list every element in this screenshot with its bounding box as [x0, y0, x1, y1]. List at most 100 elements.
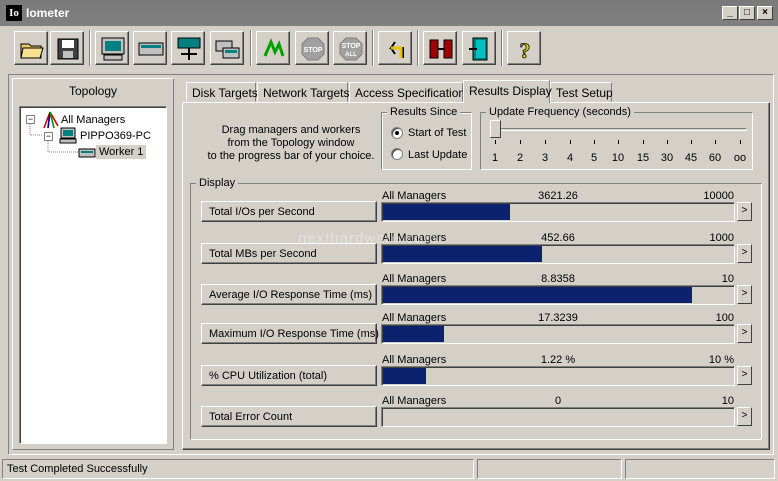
save-button[interactable] — [50, 31, 84, 65]
display-expand-arrow-button[interactable]: > — [737, 244, 752, 263]
display-value: 1.22 % — [540, 354, 576, 366]
topology-tree[interactable]: − All Managers − PIPPO369-PC Worker 1 — [19, 106, 167, 444]
tab-disk-targets[interactable]: Disk Targets — [186, 82, 258, 102]
display-expand-arrow-button[interactable]: > — [737, 285, 752, 304]
svg-text:STOP: STOP — [342, 43, 361, 50]
display-max: 10 — [721, 273, 734, 285]
display-expand-arrow-button[interactable]: > — [737, 324, 752, 343]
display-progress-bar[interactable] — [381, 244, 735, 264]
display-max: 10 — [721, 395, 734, 407]
duplicate-worker-icon — [215, 40, 240, 59]
start-test-button[interactable] — [256, 31, 290, 65]
instructions-text: Drag managers and workers from the Topol… — [207, 124, 375, 162]
app-icon[interactable]: Io — [6, 5, 22, 21]
display-max: 1000 — [709, 232, 734, 244]
radio-start-of-test[interactable] — [391, 127, 403, 139]
help-icon: ? — [519, 38, 531, 62]
frequency-tick-mark — [495, 140, 496, 144]
tree-lines — [29, 124, 78, 153]
frequency-tick-mark — [618, 140, 619, 144]
title-bar — [0, 0, 778, 26]
stop-button[interactable]: STOP — [295, 31, 329, 65]
reset-workers-button[interactable] — [378, 31, 412, 65]
display-progress-fill — [383, 368, 426, 384]
display-value: 17.3239 — [538, 312, 578, 324]
frequency-tick-mark — [643, 140, 644, 144]
status-pane-3 — [625, 459, 775, 479]
topology-title: Topology — [68, 84, 118, 98]
open-icon — [20, 43, 44, 59]
radio-last-update[interactable] — [391, 148, 403, 160]
display-progress-bar[interactable] — [381, 366, 735, 386]
open-button[interactable] — [14, 31, 48, 65]
frequency-tick-label: 30 — [660, 152, 674, 164]
update-frequency-slider[interactable] — [490, 120, 501, 138]
display-progress-fill — [383, 246, 542, 262]
radio-start-of-test-label[interactable]: Start of Test — [408, 127, 467, 139]
stop-all-icon: STOP ALL — [339, 37, 363, 61]
save-icon — [57, 38, 79, 60]
help-button[interactable]: ? — [507, 31, 541, 65]
tab-network-targets[interactable]: Network Targets — [257, 82, 349, 102]
display-expand-arrow-button[interactable]: > — [737, 407, 752, 426]
disconnect-icon — [429, 39, 453, 59]
tab-results-display[interactable]: Results Display — [463, 80, 552, 103]
results-since-title: Results Since — [387, 106, 461, 118]
display-source-label: All Managers — [382, 190, 447, 202]
frequency-tick-mark — [715, 140, 716, 144]
svg-text:STOP: STOP — [304, 47, 323, 54]
display-metric-button[interactable]: Total Error Count — [201, 406, 377, 427]
display-progress-fill — [383, 326, 444, 342]
display-expand-arrow-button[interactable]: > — [737, 202, 752, 221]
window-title: Iometer — [26, 6, 70, 20]
display-value: 452.66 — [541, 232, 575, 244]
frequency-tick-label: 4 — [566, 152, 574, 164]
disconnect-button[interactable] — [423, 31, 457, 65]
watermark: nexthardware.com — [298, 230, 438, 247]
radio-last-update-label[interactable]: Last Update — [408, 149, 467, 161]
display-metric-button[interactable]: Average I/O Response Time (ms) — [201, 284, 377, 305]
update-frequency-title: Update Frequency (seconds) — [486, 106, 634, 118]
start-test-icon — [263, 38, 285, 57]
display-max: 10000 — [703, 190, 734, 202]
display-progress-bar[interactable] — [381, 202, 735, 222]
new-network-worker-button[interactable] — [171, 31, 205, 65]
display-expand-arrow-button[interactable]: > — [737, 366, 752, 385]
display-progress-bar[interactable] — [381, 324, 735, 344]
results-since-group — [381, 112, 472, 170]
new-disk-worker-button[interactable] — [133, 31, 167, 65]
status-text: Test Completed Successfully — [2, 459, 474, 479]
tab-test-setup[interactable]: Test Setup — [550, 82, 613, 102]
status-pane-2 — [477, 459, 622, 479]
frequency-tick-label: 1 — [491, 152, 499, 164]
frequency-tick-label: 2 — [516, 152, 524, 164]
frequency-tick-mark — [594, 140, 595, 144]
display-metric-button[interactable]: Maximum I/O Response Time (ms) — [201, 323, 379, 344]
close-button[interactable]: × — [757, 6, 773, 20]
display-progress-bar[interactable] — [381, 407, 735, 427]
new-manager-button[interactable] — [95, 31, 129, 65]
frequency-tick-mark — [570, 140, 571, 144]
tab-access-specifications[interactable]: Access Specifications — [349, 82, 471, 102]
update-frequency-track — [490, 128, 747, 131]
duplicate-worker-button[interactable] — [210, 31, 244, 65]
display-title: Display — [196, 177, 239, 189]
new-manager-icon — [101, 37, 125, 61]
frequency-tick-label: 45 — [684, 152, 698, 164]
exit-icon — [469, 37, 488, 61]
frequency-tick-mark — [545, 140, 546, 144]
display-source-label: All Managers — [382, 354, 447, 366]
display-progress-bar[interactable] — [381, 285, 735, 305]
frequency-tick-label: 10 — [611, 152, 625, 164]
display-metric-button[interactable]: % CPU Utilization (total) — [201, 365, 377, 386]
display-value: 8.8358 — [541, 273, 575, 285]
display-metric-button[interactable]: Total I/Os per Second — [201, 201, 377, 222]
new-disk-worker-icon — [138, 42, 164, 56]
frequency-tick-mark — [520, 140, 521, 144]
display-value: 3621.26 — [538, 190, 578, 202]
exit-button[interactable] — [462, 31, 496, 65]
display-max: 100 — [715, 312, 734, 324]
stop-all-button[interactable]: STOP ALL — [333, 31, 367, 65]
minimize-button[interactable]: _ — [722, 6, 738, 20]
maximize-button[interactable]: □ — [739, 6, 755, 20]
